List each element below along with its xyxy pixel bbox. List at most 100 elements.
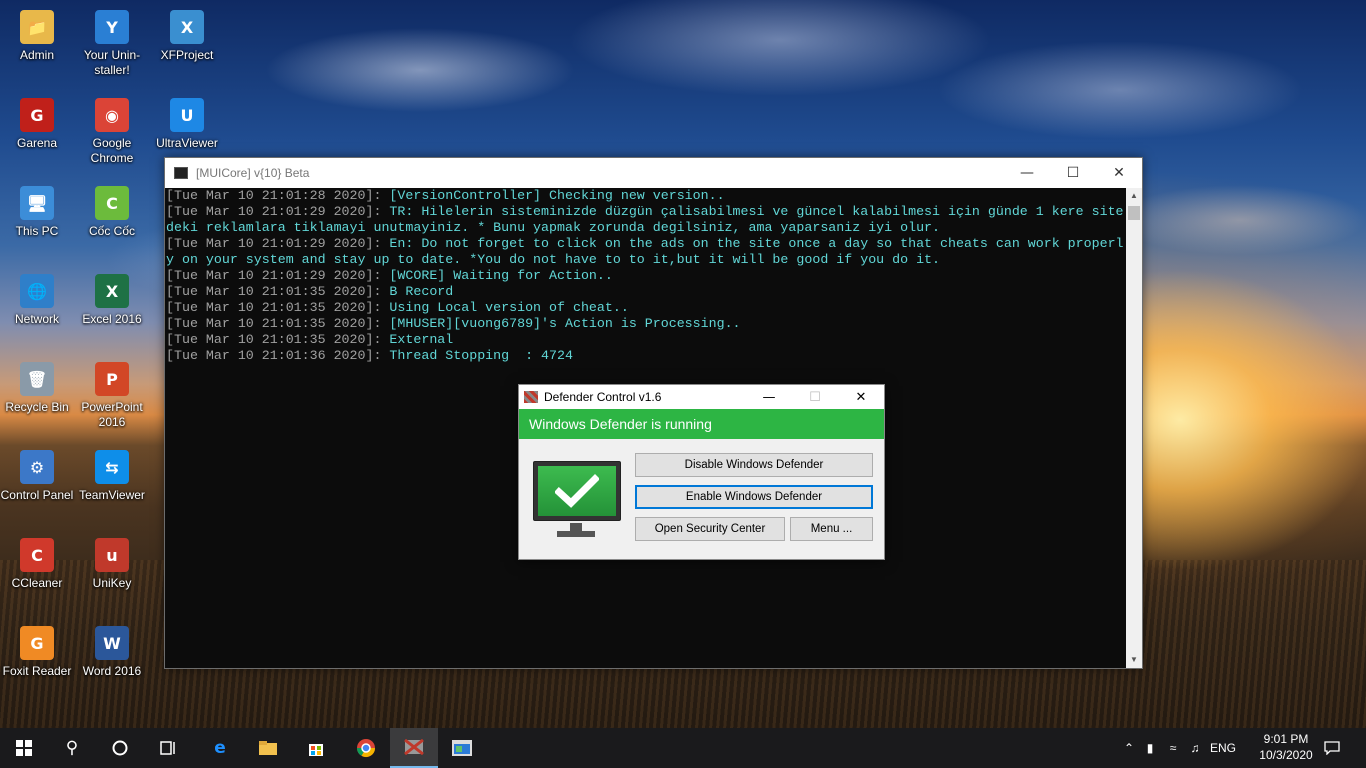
desktop-icon-label: Garena [16,136,58,150]
console-app-icon [174,167,188,179]
desktop-icon[interactable]: X Excel 2016 [75,274,149,327]
desktop-icon[interactable]: U UltraViewer [150,98,224,151]
desktop-icon[interactable]: X XFProject [150,10,224,63]
defender-app-icon [524,391,538,403]
console-line: [Tue Mar 10 21:01:29 2020]: En: Do not f… [165,236,1125,252]
console-taskbar-icon[interactable] [438,728,486,768]
desktop-icon-label: PowerPoint 2016 [81,400,143,429]
console-title: [MUICore] v{10} Beta [196,166,310,180]
desktop-icon[interactable]: C Cốc Cốc [75,186,149,239]
desktop-icon-label: Recycle Bin [5,400,69,414]
console-line: y on your system and stay up to date. *Y… [165,252,1125,268]
console-timestamp: [Tue Mar 10 21:01:35 2020]: [166,316,382,331]
app-icon: 🌐 [20,274,54,308]
console-titlebar[interactable]: [MUICore] v{10} Beta — ☐ ✕ [165,158,1142,188]
console-message: y on your system and stay up to date. *Y… [166,252,941,267]
defender-control-window[interactable]: Defender Control v1.6 — ☐ ✕ Windows Defe… [518,384,885,560]
notifications-icon[interactable] [1310,728,1354,768]
desktop-icon-label: Admin [19,48,54,62]
desktop-icon[interactable]: P PowerPoint 2016 [75,362,149,430]
console-scrollbar[interactable]: ▲ ▼ [1126,188,1142,668]
desktop-icon[interactable]: ⚙ Control Panel [0,450,74,503]
console-message: En: Do not forget to click on the ads on… [381,236,1124,251]
menu-button[interactable]: Menu ... [790,517,873,541]
desktop-icon[interactable]: 🌐 Network [0,274,74,327]
defender-titlebar[interactable]: Defender Control v1.6 — ☐ ✕ [519,385,884,409]
close-button[interactable]: ✕ [1096,158,1142,188]
desktop-icon-label: TeamViewer [79,488,145,502]
scroll-up-arrow-icon[interactable]: ▲ [1126,188,1142,204]
app-icon: ◉ [95,98,129,132]
minimize-button[interactable]: — [1004,158,1050,188]
desktop-icon-label: Your Unin-staller! [83,48,141,77]
search-icon[interactable]: ⚲ [48,728,96,768]
console-timestamp: [Tue Mar 10 21:01:36 2020]: [166,348,382,363]
desktop-icon[interactable]: ⇆ TeamViewer [75,450,149,503]
desktop-icon-label: XFProject [160,48,214,62]
desktop-icon[interactable]: 🖥 This PC [0,186,74,239]
console-line: [Tue Mar 10 21:01:35 2020]: Using Local … [165,300,1125,316]
maximize-button[interactable]: ☐ [1050,158,1096,188]
app-icon: X [170,10,204,44]
desktop-icon-label: Cốc Cốc [88,224,135,238]
app-icon: ⚙ [20,450,54,484]
desktop-icon[interactable]: Y Your Unin-staller! [75,10,149,78]
language-indicator[interactable]: ENG [1206,741,1240,755]
defender-control-taskbar-icon[interactable] [390,728,438,768]
file-explorer-icon[interactable] [244,728,292,768]
open-security-center-button[interactable]: Open Security Center [635,517,785,541]
taskbar: ⚲ e ⌃ ▮ ≈ ♫ ENG 9:01 PM 10/3/2020 [0,728,1366,768]
edge-icon[interactable]: e [196,728,244,768]
console-message: [WCORE] Waiting for Action.. [381,268,613,283]
clock-date: 10/3/2020 [1259,748,1313,762]
taskbar-clock[interactable]: 9:01 PM 10/3/2020 [1256,731,1316,763]
start-button[interactable] [0,728,48,768]
desktop-icon[interactable]: C CCleaner [0,538,74,591]
chrome-icon[interactable] [342,728,390,768]
desktop-icon[interactable]: 🗑 Recycle Bin [0,362,74,415]
console-timestamp: [Tue Mar 10 21:01:35 2020]: [166,332,382,347]
desktop-icon[interactable]: 📁 Admin [0,10,74,63]
desktop-icon-label: CCleaner [11,576,63,590]
console-message: [VersionController] Checking new version… [381,188,725,203]
defender-close-button[interactable]: ✕ [838,385,884,409]
store-icon[interactable] [292,728,340,768]
desktop-icon[interactable]: W Word 2016 [75,626,149,679]
desktop-icon-label: Word 2016 [82,664,142,678]
desktop-icon[interactable]: ◉ Google Chrome [75,98,149,166]
app-icon: u [95,538,129,572]
cortana-icon[interactable] [96,728,144,768]
wifi-icon[interactable]: ≈ [1162,741,1184,755]
system-tray: ⌃ ▮ ≈ ♫ ENG [1120,728,1240,768]
desktop-icon[interactable]: G Foxit Reader [0,626,74,679]
desktop-icon[interactable]: G Garena [0,98,74,151]
tray-chevron-up-icon[interactable]: ⌃ [1120,741,1138,755]
enable-defender-button[interactable]: Enable Windows Defender [635,485,873,509]
desktop-icon[interactable]: u UniKey [75,538,149,591]
defender-minimize-button[interactable]: — [746,385,792,409]
desktop-icon-label: Google Chrome [90,136,134,165]
disable-defender-button[interactable]: Disable Windows Defender [635,453,873,477]
console-message: Thread Stopping : 4724 [381,348,573,363]
desktop-icon-label: UniKey [92,576,132,590]
defender-status-banner: Windows Defender is running [519,409,884,439]
desktop-icon-label: Excel 2016 [82,312,142,326]
volume-icon[interactable]: ♫ [1184,741,1206,755]
console-message: [MHUSER][vuong6789]'s Action is Processi… [381,316,741,331]
console-message: External [381,332,454,347]
app-icon: 🗑 [20,362,54,396]
defender-title: Defender Control v1.6 [544,390,662,404]
app-icon: G [20,626,54,660]
console-message: B Record [381,284,454,299]
console-line: [Tue Mar 10 21:01:35 2020]: B Record [165,284,1125,300]
battery-icon[interactable]: ▮ [1138,741,1162,755]
app-icon: Y [95,10,129,44]
app-icon: 📁 [20,10,54,44]
task-view-icon[interactable] [144,728,192,768]
console-line: [Tue Mar 10 21:01:29 2020]: TR: Hileleri… [165,204,1125,220]
console-timestamp: [Tue Mar 10 21:01:28 2020]: [166,188,382,203]
defender-maximize-button: ☐ [809,389,821,405]
scroll-down-arrow-icon[interactable]: ▼ [1126,652,1142,668]
scroll-thumb[interactable] [1128,206,1140,220]
windows-logo-icon [16,740,32,756]
